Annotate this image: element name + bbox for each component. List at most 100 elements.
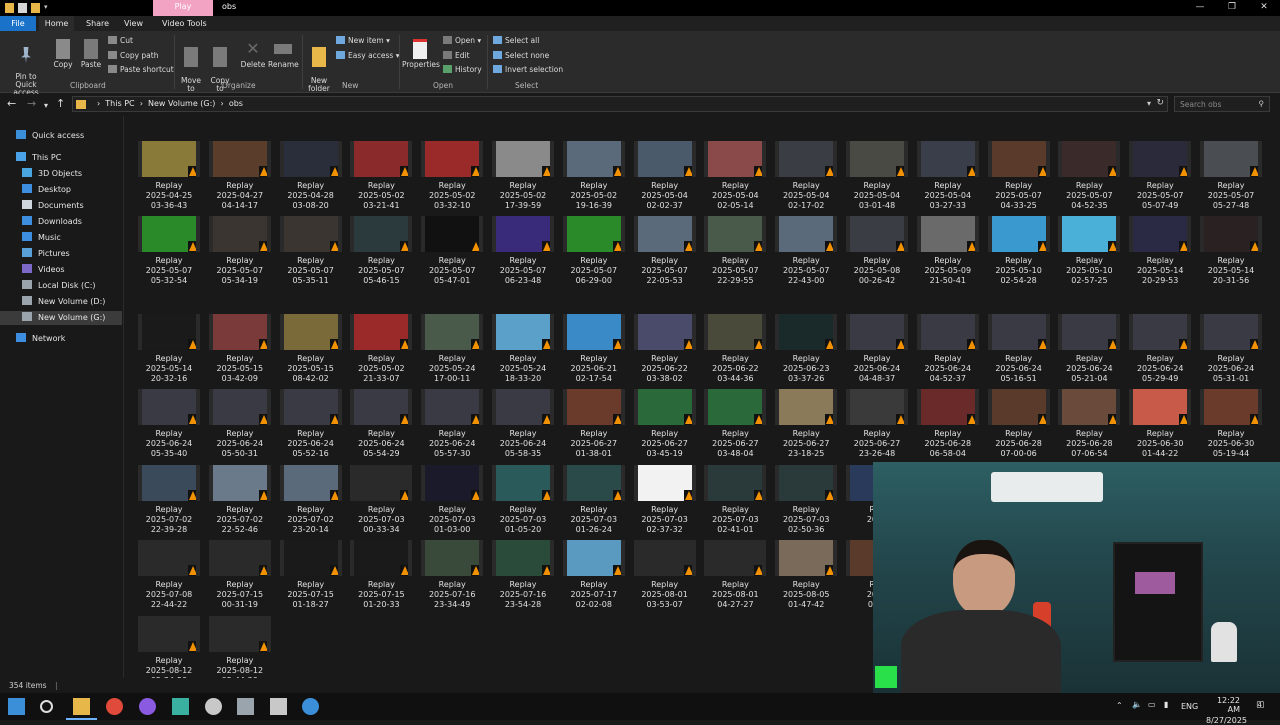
copy-path-button[interactable]: Copy path xyxy=(108,51,158,61)
file-tile[interactable]: Replay 2025-05-07 22-29-55 xyxy=(703,216,767,288)
file-tile[interactable]: Replay 2025-06-28 07-00-06 xyxy=(987,389,1051,461)
breadcrumb-obs[interactable]: obs xyxy=(229,99,243,108)
file-tile[interactable]: Replay 2025-06-30 05-19-44 xyxy=(1199,389,1263,461)
file-tile[interactable]: Replay 2025-06-22 03-44-36 xyxy=(703,314,767,386)
notepad-icon[interactable] xyxy=(270,698,287,715)
invert-selection-button[interactable]: Invert selection xyxy=(493,65,563,75)
file-tile[interactable]: Replay 2025-06-22 03-38-02 xyxy=(633,314,697,386)
file-tile[interactable]: Replay 2025-06-28 06-58-04 xyxy=(916,389,980,461)
file-tile[interactable]: Replay 2025-05-15 08-42-02 xyxy=(279,314,343,386)
sidebar-item-local-disk-c[interactable]: Local Disk (C:) xyxy=(22,279,96,293)
file-explorer-icon[interactable] xyxy=(73,698,90,715)
file-tile[interactable]: Replay 2025-06-30 01-44-22 xyxy=(1128,389,1192,461)
microphone-icon[interactable]: ▮ xyxy=(1164,700,1168,709)
file-tile[interactable]: Replay 2025-06-24 05-21-04 xyxy=(1057,314,1121,386)
steam-icon[interactable] xyxy=(205,698,222,715)
file-tile[interactable]: Replay 2025-05-02 21-33-07 xyxy=(349,314,413,386)
file-tile[interactable]: Replay 2025-06-21 02-17-54 xyxy=(562,314,626,386)
restore-button[interactable]: ❐ xyxy=(1216,0,1248,16)
file-tile[interactable]: Replay 2025-06-24 05-16-51 xyxy=(987,314,1051,386)
address-bar[interactable]: › This PC › New Volume (G:) › obs ▾ ↻ xyxy=(72,96,1168,112)
sidebar-item-new-volume-g[interactable]: New Volume (G:) xyxy=(0,311,122,325)
rename-button[interactable]: Rename xyxy=(268,39,299,69)
sidebar-item-documents[interactable]: Documents xyxy=(22,199,84,213)
sidebar-item-downloads[interactable]: Downloads xyxy=(22,215,82,229)
file-tile[interactable]: Replay 2025-05-07 06-29-00 xyxy=(562,216,626,288)
chevron-up-icon[interactable]: ⌃ xyxy=(1116,701,1123,710)
tab-file[interactable]: File xyxy=(0,16,36,31)
cut-button[interactable]: Cut xyxy=(108,36,133,46)
history-button[interactable]: History xyxy=(443,65,482,75)
delete-button[interactable]: ✕ Delete xyxy=(239,39,267,69)
file-tile[interactable]: Replay 2025-05-10 02-57-25 xyxy=(1057,216,1121,288)
notification-icon[interactable]: ▢4 xyxy=(1256,700,1265,710)
chrome-icon[interactable] xyxy=(106,698,123,715)
steam-alt-icon[interactable] xyxy=(302,698,319,715)
select-none-button[interactable]: Select none xyxy=(493,51,549,61)
file-tile[interactable]: Replay 2025-06-27 03-45-19 xyxy=(633,389,697,461)
file-tile[interactable]: Replay 2025-06-27 23-18-25 xyxy=(774,389,838,461)
file-tile[interactable]: Replay 2025-06-24 04-52-37 xyxy=(916,314,980,386)
file-tile[interactable]: Replay 2025-05-14 20-32-16 xyxy=(137,314,201,386)
file-tile[interactable]: Replay 2025-05-07 04-33-25 xyxy=(987,141,1051,213)
file-tile[interactable]: Replay 2025-05-07 05-35-11 xyxy=(279,216,343,288)
file-tile[interactable]: Replay 2025-07-15 01-20-33 xyxy=(349,540,413,612)
file-tile[interactable]: Replay 2025-07-17 02-02-08 xyxy=(562,540,626,612)
file-tile[interactable]: Replay 2025-07-15 01-18-27 xyxy=(279,540,343,612)
recent-chevron-icon[interactable]: ▾ xyxy=(44,100,48,111)
properties-icon[interactable] xyxy=(18,3,27,13)
sidebar-item-3d-objects[interactable]: 3D Objects xyxy=(22,167,82,181)
sidebar-item-new-volume-d[interactable]: New Volume (D:) xyxy=(22,295,105,309)
file-tile[interactable]: Replay 2025-07-03 01-05-20 xyxy=(491,465,555,537)
sidebar-item-network[interactable]: Network xyxy=(16,332,65,346)
copy-button[interactable]: Copy xyxy=(52,39,74,69)
file-tile[interactable]: Replay 2025-05-07 06-23-48 xyxy=(491,216,555,288)
file-tile[interactable]: Replay 2025-05-07 05-27-48 xyxy=(1199,141,1263,213)
file-tile[interactable]: Replay 2025-05-07 05-34-19 xyxy=(208,216,272,288)
file-tile[interactable]: Replay 2025-05-04 02-17-02 xyxy=(774,141,838,213)
file-tile[interactable]: Replay 2025-08-01 04-27-27 xyxy=(703,540,767,612)
properties-button[interactable]: Properties xyxy=(402,39,440,69)
file-tile[interactable]: Replay 2025-07-03 01-03-00 xyxy=(420,465,484,537)
windows-icon[interactable] xyxy=(8,698,25,715)
file-tile[interactable]: Replay 2025-07-15 00-31-19 xyxy=(208,540,272,612)
file-tile[interactable]: Replay 2025-07-02 23-20-14 xyxy=(279,465,343,537)
breadcrumb-new-volume-g[interactable]: New Volume (G:) xyxy=(148,99,215,108)
file-tile[interactable]: Replay 2025-06-27 23-26-48 xyxy=(845,389,909,461)
minimize-button[interactable]: — xyxy=(1184,0,1216,16)
file-tile[interactable]: Replay 2025-06-24 05-31-01 xyxy=(1199,314,1263,386)
file-tile[interactable]: Replay 2025-07-03 01-26-24 xyxy=(562,465,626,537)
file-tile[interactable]: Replay 2025-05-07 05-07-49 xyxy=(1128,141,1192,213)
pin-quick-access-button[interactable]: Pin to Quick access xyxy=(4,39,48,97)
paste-button[interactable]: Paste xyxy=(79,39,103,69)
refresh-icon[interactable]: ↻ xyxy=(1156,98,1164,108)
file-tile[interactable]: Replay 2025-05-08 00-26-42 xyxy=(845,216,909,288)
file-tile[interactable]: Replay 2025-07-16 23-34-49 xyxy=(420,540,484,612)
file-tile[interactable]: Replay 2025-05-02 03-32-10 xyxy=(420,141,484,213)
file-tile[interactable]: Replay 2025-07-16 23-54-28 xyxy=(491,540,555,612)
file-tile[interactable]: Replay 2025-04-25 03-36-43 xyxy=(137,141,201,213)
file-tile[interactable]: Replay 2025-05-07 05-46-15 xyxy=(349,216,413,288)
sidebar-item-pictures[interactable]: Pictures xyxy=(22,247,70,261)
file-tile[interactable]: Replay 2025-07-03 02-50-36 xyxy=(774,465,838,537)
file-tile[interactable]: Replay 2025-05-14 20-31-56 xyxy=(1199,216,1263,288)
chevron-down-icon[interactable]: ▾ xyxy=(1147,99,1151,108)
file-tile[interactable]: Replay 2025-06-24 05-58-35 xyxy=(491,389,555,461)
file-tile[interactable]: Replay 2025-08-01 03-53-07 xyxy=(633,540,697,612)
tab-home[interactable]: Home xyxy=(39,16,74,31)
sidebar-item-videos[interactable]: Videos xyxy=(22,263,65,277)
paste-shortcut-button[interactable]: Paste shortcut xyxy=(108,65,174,75)
file-tile[interactable]: Replay 2025-05-07 22-43-00 xyxy=(774,216,838,288)
file-tile[interactable]: Replay 2025-04-27 04-14-17 xyxy=(208,141,272,213)
up-icon[interactable]: ↑ xyxy=(56,98,65,109)
tab-share[interactable]: Share xyxy=(86,17,109,30)
volume-icon[interactable]: 🔈 xyxy=(1132,700,1142,709)
file-tile[interactable]: Replay 2025-06-24 05-54-29 xyxy=(349,389,413,461)
file-tile[interactable]: Replay 2025-06-27 03-48-04 xyxy=(703,389,767,461)
play-context-tab[interactable]: Play xyxy=(153,0,213,16)
language-indicator[interactable]: ENG xyxy=(1181,702,1198,711)
back-icon[interactable]: ← xyxy=(7,98,16,109)
open-button[interactable]: Open ▾ xyxy=(443,36,481,46)
file-tile[interactable]: Replay 2025-05-04 02-02-37 xyxy=(633,141,697,213)
file-tile[interactable]: Replay 2025-05-10 02-54-28 xyxy=(987,216,1051,288)
